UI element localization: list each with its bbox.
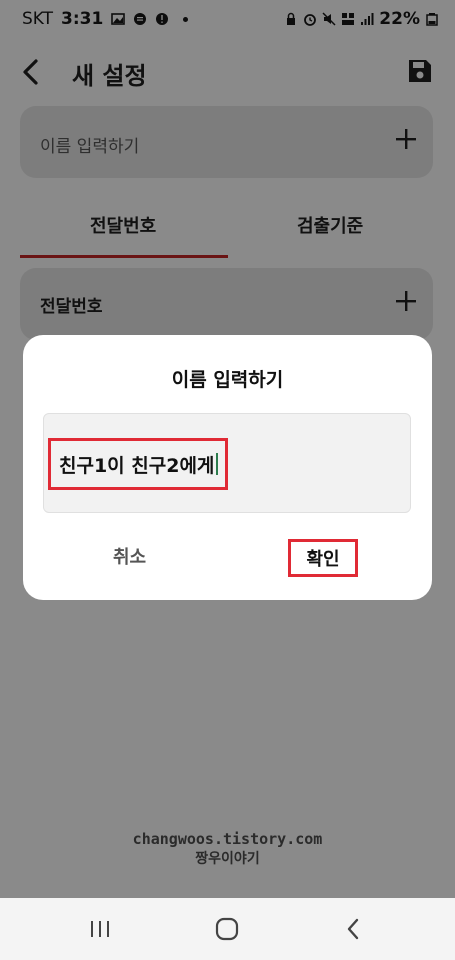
alarm-icon: [304, 14, 317, 26]
plus-icon[interactable]: [395, 290, 417, 312]
watermark-name: 짱우이야기: [195, 851, 260, 867]
battery-percent: 22%: [379, 9, 420, 29]
signal-icon: [361, 13, 374, 25]
mute-icon: [322, 12, 336, 26]
tab-indicator: [20, 255, 228, 258]
save-icon[interactable]: [407, 58, 433, 84]
relay-number-label: 전달번호: [40, 297, 103, 317]
input-highlight-box: 친구1이 친구2에게: [48, 438, 228, 490]
status-left: SKT 3:31: [22, 9, 189, 29]
status-bar: SKT 3:31 22%: [0, 0, 455, 38]
tab-bar: 전달번호 검출기준: [0, 200, 455, 260]
cancel-button[interactable]: 취소: [113, 543, 146, 569]
carrier-label: SKT: [22, 9, 54, 29]
text-caret: [216, 453, 219, 475]
watermark-url: changwoos.tistory.com: [132, 830, 323, 848]
alert-icon: [156, 13, 169, 25]
name-text-field[interactable]: 친구1이 친구2에게: [43, 413, 411, 513]
name-input-card[interactable]: 이름 입력하기: [20, 106, 433, 178]
confirm-button[interactable]: 확인: [288, 539, 358, 577]
screen: SKT 3:31 22% 새 설정 이름 입력하기 전달번호 검출기준 전달번호…: [0, 0, 455, 960]
plus-icon[interactable]: [395, 128, 417, 150]
screen-lock-icon: [287, 12, 296, 25]
chat-icon: [134, 13, 147, 25]
relay-number-card[interactable]: 전달번호: [20, 268, 433, 340]
name-input-value[interactable]: 친구1이 친구2에게: [59, 451, 214, 478]
header: 새 설정: [0, 38, 455, 106]
wifi-lte-icon: [342, 13, 355, 25]
tab-relay-number[interactable]: 전달번호: [90, 212, 156, 238]
page-title: 새 설정: [72, 62, 147, 90]
dialog-title: 이름 입력하기: [171, 369, 284, 391]
notification-dot-icon: [183, 16, 189, 22]
recent-apps-icon[interactable]: [87, 916, 113, 942]
tab-detection-criteria[interactable]: 검출기준: [297, 212, 363, 238]
name-input-label: 이름 입력하기: [40, 137, 140, 157]
name-input-dialog: 이름 입력하기 친구1이 친구2에게 취소 확인: [23, 335, 432, 600]
confirm-button-label: 확인: [306, 549, 340, 570]
status-right: 22%: [284, 9, 439, 29]
back-icon[interactable]: [341, 916, 367, 942]
navigation-bar: [0, 898, 455, 960]
clock: 3:31: [61, 9, 104, 29]
battery-icon: [426, 13, 438, 26]
back-arrow-icon[interactable]: [16, 56, 46, 88]
gallery-icon: [111, 13, 126, 25]
home-icon[interactable]: [214, 916, 240, 942]
